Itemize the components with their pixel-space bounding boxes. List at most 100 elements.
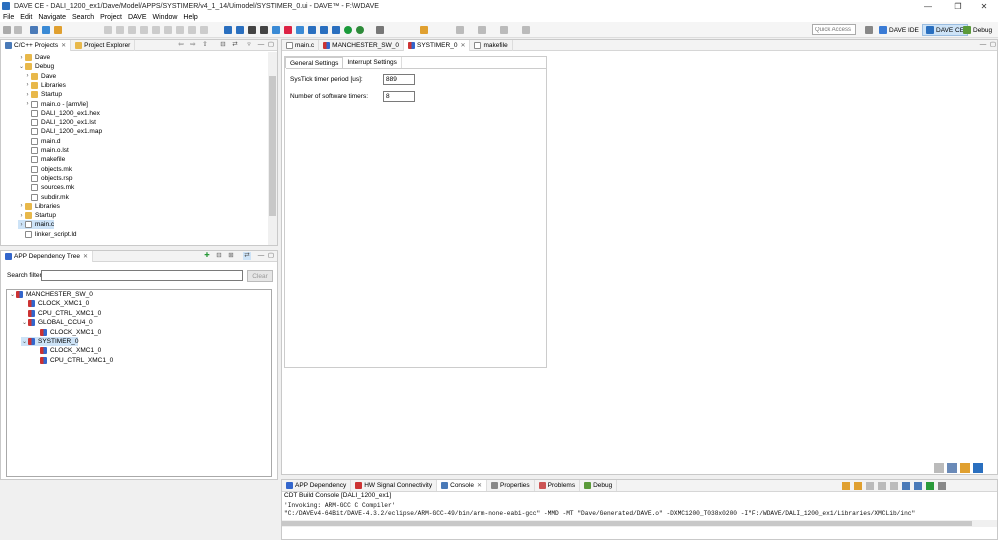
chevron-down-icon[interactable]: ⌄ xyxy=(21,319,28,326)
build-icon[interactable] xyxy=(30,26,38,34)
menu-window[interactable]: Window xyxy=(153,14,178,21)
project-tree-item[interactable]: DALI_1200_ex1.hex xyxy=(24,109,100,118)
project-tree-item[interactable]: main.d xyxy=(24,137,61,146)
chevron-right-icon[interactable]: › xyxy=(24,73,31,79)
external-tools-icon[interactable] xyxy=(376,26,384,34)
collapse-icon[interactable]: ⊟ xyxy=(215,252,223,260)
app-tree-item[interactable]: ⌄ MANCHESTER_SW_0 xyxy=(9,290,93,299)
link-editor-icon[interactable]: ⇄ xyxy=(231,41,239,49)
app-tree-item[interactable]: CLOCK_XMC1_0 xyxy=(33,346,101,355)
toolbar-tool-icon[interactable] xyxy=(152,26,160,34)
project-tree-item[interactable]: › Startup xyxy=(24,90,62,99)
toolbar-tool-icon[interactable] xyxy=(308,26,316,34)
chevron-right-icon[interactable]: › xyxy=(18,213,25,219)
toolbar-tool-icon[interactable] xyxy=(272,26,280,34)
tab-general-settings[interactable]: General Settings xyxy=(285,57,344,68)
close-icon[interactable]: ✕ xyxy=(477,482,482,489)
next-annotation-icon[interactable] xyxy=(478,26,486,34)
display-console-icon[interactable] xyxy=(914,482,922,490)
chevron-down-icon[interactable]: ⌄ xyxy=(18,63,25,70)
add-icon[interactable]: ✚ xyxy=(203,252,211,260)
project-tree-item[interactable]: makefile xyxy=(24,155,65,164)
tab-app-dependency-tree[interactable]: APP Dependency Tree ✕ xyxy=(1,250,94,262)
app-tree-item[interactable]: CLOCK_XMC1_0 xyxy=(21,299,89,308)
app-tree-item[interactable]: ⌄ GLOBAL_CCU4_0 xyxy=(21,318,93,327)
minimize-view-icon[interactable]: — xyxy=(979,41,987,49)
tab-cpp-projects[interactable]: C/C++ Projects ✕ xyxy=(1,39,72,51)
close-icon[interactable]: ✕ xyxy=(460,42,465,49)
scroll-down-icon[interactable] xyxy=(854,482,862,490)
forward-icon[interactable]: ⇨ xyxy=(189,41,197,49)
project-tree-item[interactable]: › main.o - [arm/le] xyxy=(24,100,88,109)
maximize-button[interactable]: ❐ xyxy=(944,0,972,12)
app-tree-item[interactable]: CPU_CTRL_XMC1_0 xyxy=(33,356,113,365)
perspective-debug[interactable]: Debug xyxy=(960,24,995,36)
view-menu-icon[interactable]: ▿ xyxy=(245,41,253,49)
toolbar-tool-icon[interactable] xyxy=(420,26,428,34)
prev-annotation-icon[interactable] xyxy=(456,26,464,34)
minimize-button[interactable]: — xyxy=(914,0,942,12)
project-tree-item[interactable]: objects.mk xyxy=(24,165,72,174)
toolbar-tool-icon[interactable] xyxy=(960,463,970,473)
tab-makefile[interactable]: makefile xyxy=(470,39,513,51)
toolbar-tool-icon[interactable] xyxy=(188,26,196,34)
quick-access-input[interactable] xyxy=(812,24,856,35)
chevron-right-icon[interactable]: › xyxy=(24,82,31,88)
project-tree-item[interactable]: DALI_1200_ex1.lst xyxy=(24,118,96,127)
open-console-icon[interactable] xyxy=(926,482,934,490)
project-tree-item[interactable]: › Libraries xyxy=(24,81,66,90)
dave-app-icon[interactable] xyxy=(224,26,232,34)
chevron-right-icon[interactable]: › xyxy=(24,92,31,98)
tab-hw-signal-connectivity[interactable]: HW Signal Connectivity xyxy=(351,480,438,491)
chevron-down-icon[interactable]: ⌄ xyxy=(21,338,28,345)
menu-navigate[interactable]: Navigate xyxy=(38,14,66,21)
project-tree-item[interactable]: › main.c xyxy=(18,220,55,230)
project-tree-item[interactable]: › Startup xyxy=(18,211,56,220)
tab-main-c[interactable]: main.c xyxy=(282,39,320,51)
app-tree-item[interactable]: CPU_CTRL_XMC1_0 xyxy=(21,309,101,318)
toolbar-tool-icon[interactable] xyxy=(947,463,957,473)
forward-icon[interactable] xyxy=(522,26,530,34)
project-tree-item[interactable]: main.o.lst xyxy=(24,146,69,155)
toolbar-tool-icon[interactable] xyxy=(260,26,268,34)
tab-manchester-sw[interactable]: MANCHESTER_SW_0 xyxy=(319,39,404,51)
toolbar-tool-icon[interactable] xyxy=(176,26,184,34)
clear-button[interactable]: Clear xyxy=(247,270,273,282)
toolbar-tool-icon[interactable] xyxy=(344,26,352,34)
word-wrap-icon[interactable] xyxy=(890,482,898,490)
chevron-right-icon[interactable]: › xyxy=(18,55,25,61)
chevron-down-icon[interactable]: ⌄ xyxy=(9,291,16,298)
systick-period-input[interactable] xyxy=(383,74,415,85)
console-scroll-thumb[interactable] xyxy=(282,521,972,526)
wizard-icon[interactable] xyxy=(54,26,62,34)
scroll-lock-icon[interactable] xyxy=(878,482,886,490)
pin-console-icon[interactable] xyxy=(902,482,910,490)
app-tree-item[interactable]: ⌄ SYSTIMER_0 xyxy=(21,337,79,346)
menu-help[interactable]: Help xyxy=(183,14,197,21)
scroll-up-icon[interactable] xyxy=(842,482,850,490)
menu-project[interactable]: Project xyxy=(100,14,122,21)
perspective-dave-ide[interactable]: DAVE IDE xyxy=(876,24,922,36)
run-icon[interactable] xyxy=(356,26,364,34)
link-icon[interactable]: ⇄ xyxy=(243,252,251,260)
up-icon[interactable]: ⇧ xyxy=(201,41,209,49)
project-tree-item[interactable]: linker_script.ld xyxy=(18,230,77,239)
close-icon[interactable]: ✕ xyxy=(83,253,88,260)
toolbar-tool-icon[interactable] xyxy=(104,26,112,34)
tab-interrupt-settings[interactable]: Interrupt Settings xyxy=(343,57,402,68)
dave-app-icon[interactable] xyxy=(236,26,244,34)
explorer-scrollbar[interactable] xyxy=(268,52,277,245)
chevron-right-icon[interactable]: › xyxy=(18,203,25,209)
toolbar-tool-icon[interactable] xyxy=(128,26,136,34)
clear-console-icon[interactable] xyxy=(866,482,874,490)
minimize-view-icon[interactable]: — xyxy=(257,41,265,49)
project-tree-item[interactable]: sources.mk xyxy=(24,183,74,192)
toolbar-tool-icon[interactable] xyxy=(200,26,208,34)
tab-debug[interactable]: Debug xyxy=(580,480,618,491)
back-icon[interactable] xyxy=(500,26,508,34)
chevron-right-icon[interactable]: › xyxy=(18,222,25,228)
minimize-view-icon[interactable]: — xyxy=(257,252,265,260)
close-button[interactable]: ✕ xyxy=(970,0,998,12)
toolbar-tool-icon[interactable] xyxy=(284,26,292,34)
search-filter-input[interactable] xyxy=(41,270,243,281)
